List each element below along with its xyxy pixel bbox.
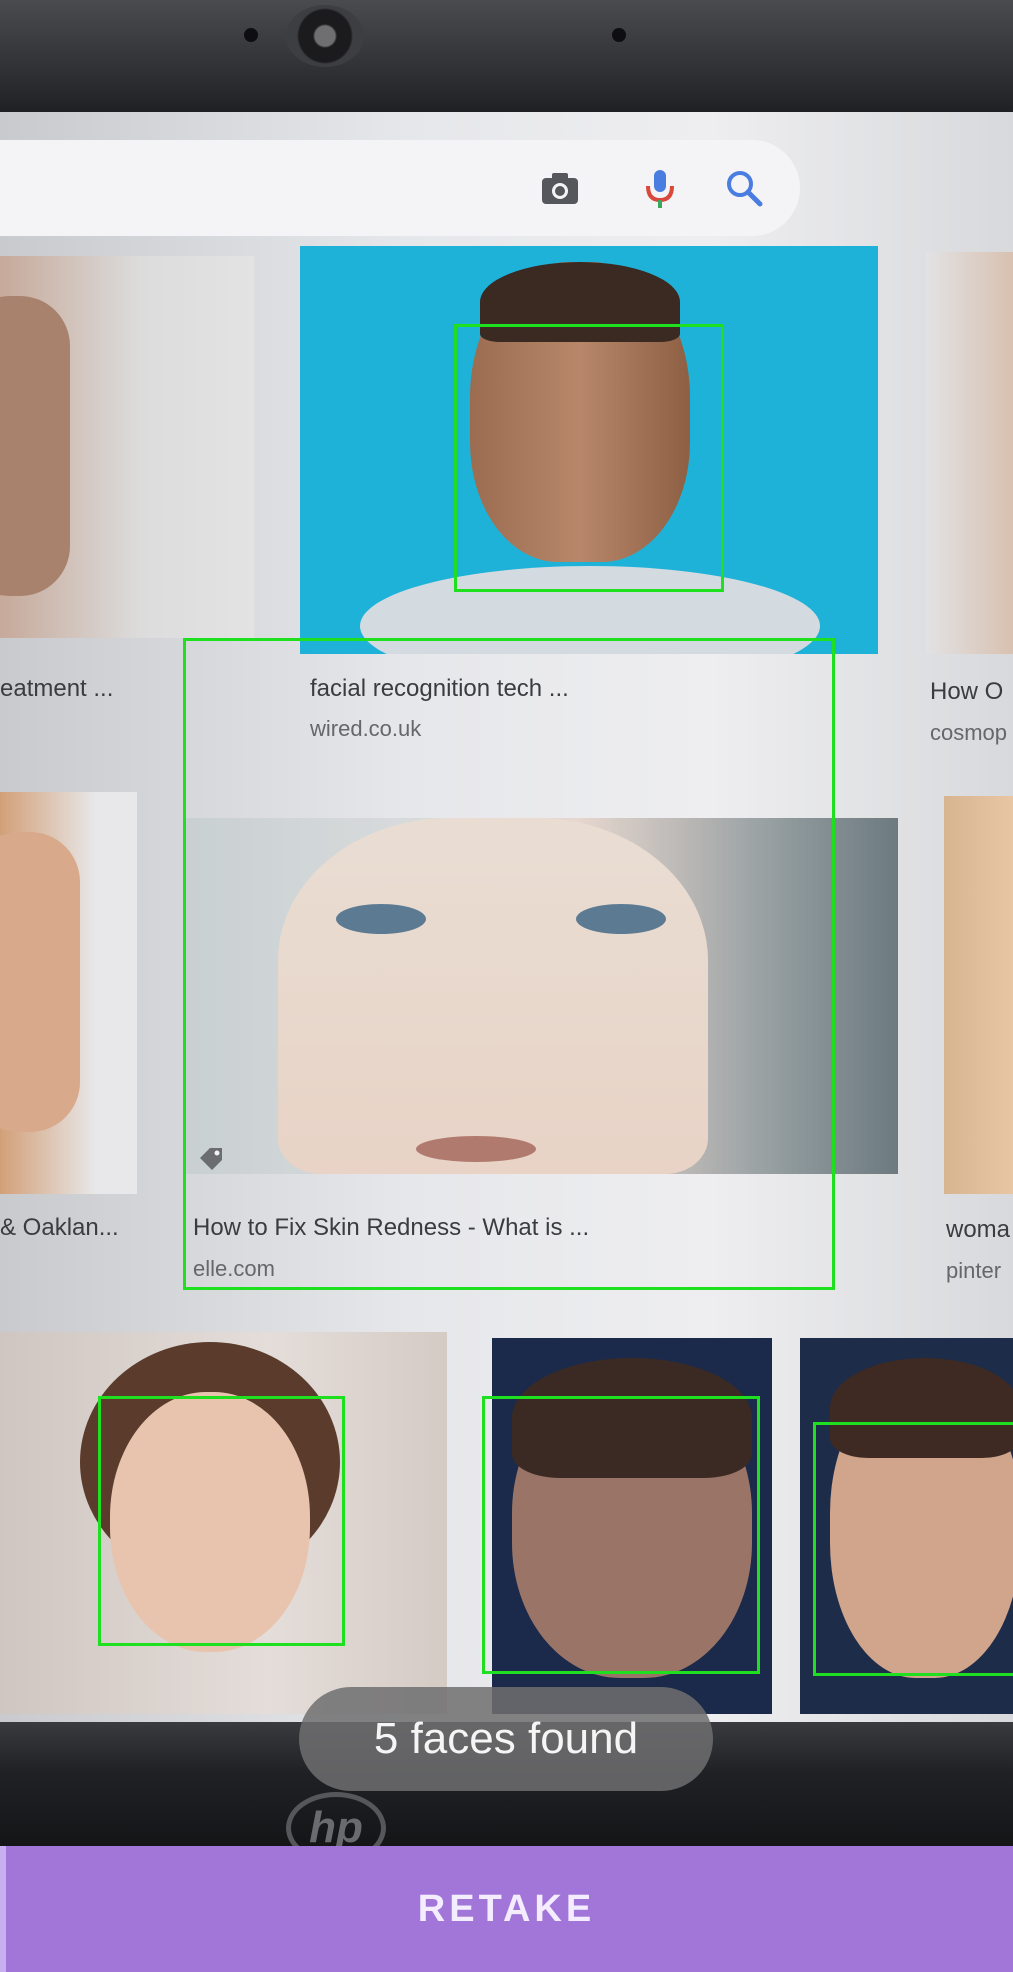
faces-found-toast: 5 faces found [299,1687,713,1791]
face-detection-box [813,1422,1013,1676]
result-caption[interactable]: How O [930,678,1003,706]
result-caption[interactable]: woma [946,1216,1010,1244]
face-detection-box [454,324,724,592]
microphone-icon[interactable] [638,166,682,210]
result-image[interactable] [0,792,137,1194]
sensor-dot [612,28,626,42]
face-detection-box [183,638,835,1290]
face-detection-box [98,1396,345,1646]
result-image[interactable] [0,256,254,638]
laptop-bezel-top [0,0,1013,120]
result-source[interactable]: pinter [946,1258,1001,1284]
result-caption[interactable]: eatment ... [0,675,113,703]
search-icon[interactable] [722,166,766,210]
sensor-dot [244,28,258,42]
result-source[interactable]: cosmop [930,720,1007,746]
result-caption[interactable]: & Oaklan... [0,1214,119,1242]
camera-preview: eatment ... facial recognition tech ... … [0,0,1013,1972]
retake-button[interactable]: RETAKE [0,1846,1013,1972]
result-image[interactable] [926,252,1013,654]
face-detection-box [482,1396,760,1674]
camera-icon[interactable] [538,166,582,210]
webcam [286,5,364,67]
result-image[interactable] [944,796,1013,1194]
